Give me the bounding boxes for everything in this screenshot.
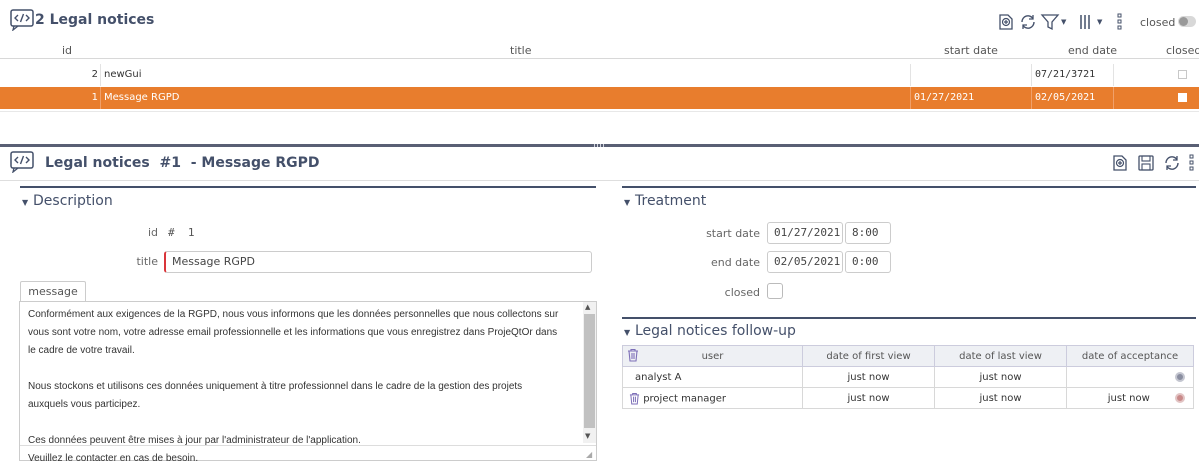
table-row[interactable]: analyst A just now just now xyxy=(622,366,1194,388)
table-row[interactable]: project manager just now just now just n… xyxy=(622,387,1194,409)
row-title: newGui xyxy=(104,69,142,80)
message-text[interactable]: Conformément aux exigences de la RGPD, n… xyxy=(28,306,580,461)
message-tab[interactable]: message xyxy=(20,281,86,303)
followup-section-line xyxy=(622,317,1196,319)
column-header-title[interactable]: title xyxy=(510,44,532,57)
row-id: 2 xyxy=(91,69,98,80)
splitter-grip[interactable] xyxy=(594,144,606,147)
list-panel: 2 Legal notices ▼ ▼ closed id title star… xyxy=(0,0,1199,140)
closed-label: closed xyxy=(724,286,760,299)
save-icon[interactable] xyxy=(1136,153,1156,173)
table-row-selected[interactable]: 1 Message RGPD 01/27/2021 02/05/2021 xyxy=(0,87,1199,109)
followup-last-view: just now xyxy=(934,366,1067,388)
followup-first-view: just now xyxy=(802,387,935,409)
refresh-icon[interactable] xyxy=(1018,12,1038,32)
followup-header-acceptance[interactable]: date of acceptance xyxy=(1066,345,1194,367)
code-icon xyxy=(10,151,34,173)
row-start-date: 01/27/2021 xyxy=(914,92,975,103)
column-header-id[interactable]: id xyxy=(62,44,72,57)
trash-icon[interactable] xyxy=(629,392,640,405)
end-date-label: end date xyxy=(710,256,760,269)
followup-table: user date of first view date of last vie… xyxy=(622,345,1194,409)
column-header-start-date[interactable]: start date xyxy=(944,44,998,57)
start-date-input[interactable]: 01/27/2021 xyxy=(767,222,843,244)
closed-checkbox[interactable] xyxy=(767,283,783,299)
resize-grip-icon[interactable]: ◢ xyxy=(586,450,592,459)
detail-header-divider xyxy=(0,180,1199,181)
column-header-end-date[interactable]: end date xyxy=(1068,44,1117,57)
closed-filter-toggle[interactable] xyxy=(1178,16,1196,27)
treatment-section-title[interactable]: Treatment xyxy=(635,193,706,209)
code-icon xyxy=(10,9,34,31)
start-time-input[interactable]: 8:00 xyxy=(845,222,891,244)
followup-acceptance-cell: just now xyxy=(1066,387,1194,409)
closed-filter-label: closed xyxy=(1140,16,1176,29)
row-closed-checkbox xyxy=(1178,70,1187,79)
followup-section-title[interactable]: Legal notices follow-up xyxy=(635,323,796,339)
more-menu-icon[interactable] xyxy=(1116,12,1124,32)
start-date-label: start date xyxy=(706,227,760,240)
row-end-date: 07/21/3721 xyxy=(1035,69,1096,80)
title-label: title xyxy=(136,255,158,268)
header-divider xyxy=(0,58,1199,59)
more-menu-icon[interactable] xyxy=(1188,153,1196,173)
followup-header-user[interactable]: user xyxy=(622,345,803,367)
row-closed-checkbox xyxy=(1178,93,1187,102)
description-section-title[interactable]: Description xyxy=(33,193,113,209)
followup-last-view: just now xyxy=(934,387,1067,409)
status-dot-icon[interactable] xyxy=(1175,371,1185,382)
filter-icon[interactable] xyxy=(1040,12,1060,32)
followup-first-view: just now xyxy=(802,366,935,388)
treatment-section-line xyxy=(622,186,1196,188)
followup-user: project manager xyxy=(643,393,727,404)
message-status-divider xyxy=(20,445,596,446)
row-title: Message RGPD xyxy=(104,92,180,103)
columns-dropdown-icon[interactable]: ▼ xyxy=(1097,18,1102,26)
table-row[interactable]: 2 newGui 07/21/3721 xyxy=(0,64,1199,86)
list-title: 2 Legal notices xyxy=(35,12,155,28)
refresh-icon[interactable] xyxy=(1162,153,1182,173)
column-header-closed[interactable]: closed xyxy=(1166,44,1199,57)
detail-title: Legal notices #1 - Message RGPD xyxy=(45,155,320,171)
trash-icon[interactable] xyxy=(627,348,639,362)
followup-header-first-view[interactable]: date of first view xyxy=(802,345,935,367)
followup-acceptance-cell xyxy=(1066,366,1194,388)
followup-header-last-view[interactable]: date of last view xyxy=(934,345,1067,367)
list-bottom-divider xyxy=(0,111,1199,112)
row-end-date: 02/05/2021 xyxy=(1035,92,1096,103)
id-value: # 1 xyxy=(168,226,195,239)
id-label: id xyxy=(147,226,158,239)
followup-user-cell: project manager xyxy=(622,387,803,409)
title-input[interactable]: Message RGPD xyxy=(164,251,592,273)
followup-user: analyst A xyxy=(622,366,803,388)
row-id: 1 xyxy=(91,92,98,103)
followup-toggle-icon[interactable]: ▼ xyxy=(624,328,630,337)
scroll-down-icon[interactable]: ▼ xyxy=(585,432,590,440)
new-item-icon[interactable] xyxy=(996,12,1016,32)
message-scrollbar-thumb[interactable] xyxy=(584,314,595,428)
treatment-toggle-icon[interactable]: ▼ xyxy=(624,198,630,207)
status-dot-icon[interactable] xyxy=(1175,392,1185,403)
description-section-line xyxy=(20,186,596,188)
end-time-input[interactable]: 0:00 xyxy=(845,251,891,273)
scroll-up-icon[interactable]: ▲ xyxy=(585,303,590,311)
description-toggle-icon[interactable]: ▼ xyxy=(22,198,28,207)
end-date-input[interactable]: 02/05/2021 xyxy=(767,251,843,273)
columns-icon[interactable] xyxy=(1076,12,1096,32)
filter-dropdown-icon[interactable]: ▼ xyxy=(1061,18,1066,26)
new-item-icon[interactable] xyxy=(1110,153,1130,173)
